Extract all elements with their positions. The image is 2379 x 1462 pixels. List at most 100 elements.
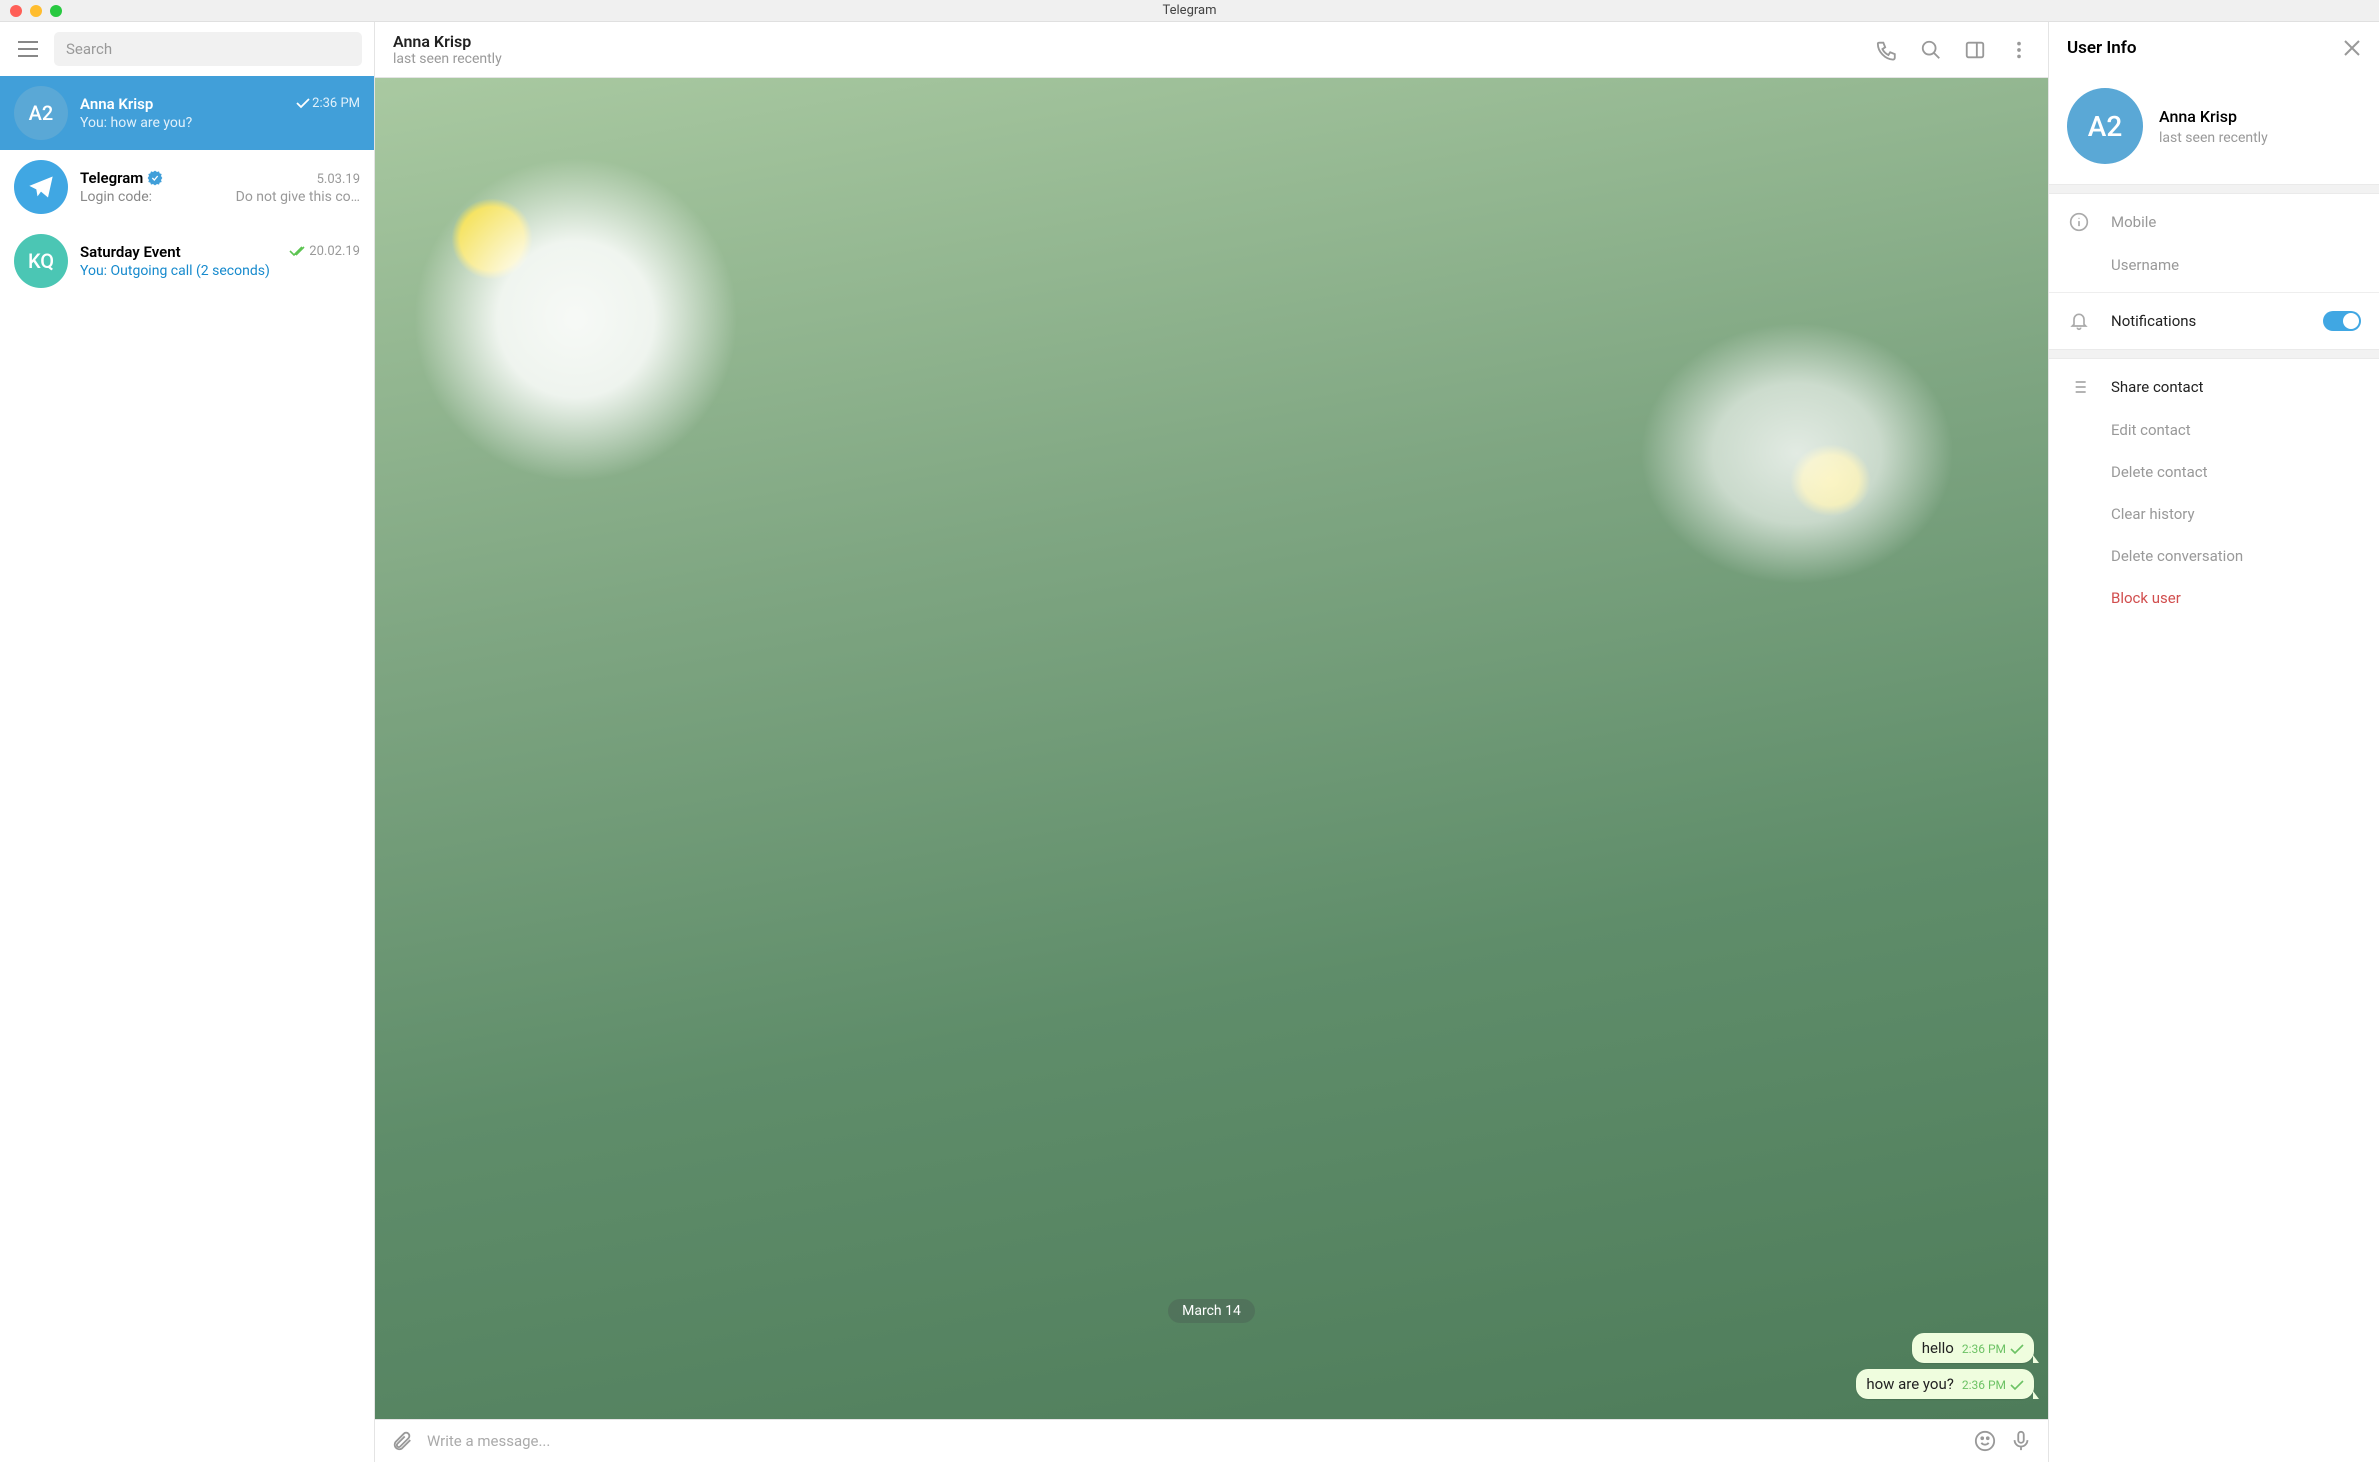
check-icon [2010, 1380, 2024, 1391]
delete-contact-button[interactable]: Delete contact [2049, 451, 2379, 493]
call-button[interactable] [1876, 39, 1898, 61]
chat-time-text: 2:36 PM [312, 96, 360, 111]
paperclip-icon [391, 1430, 413, 1452]
info-profile-name: Anna Krisp [2159, 107, 2268, 126]
hamburger-icon [18, 41, 38, 57]
clear-history-button[interactable]: Clear history [2049, 493, 2379, 535]
divider [2049, 184, 2379, 194]
message-time: 2:36 PM [1962, 1342, 2006, 1356]
phone-icon [1876, 39, 1898, 61]
message-meta: 2:36 PM [1962, 1378, 2024, 1392]
close-window-icon[interactable] [10, 5, 22, 17]
chat-list: A2 Anna Krisp 2:36 PM You: how are you? [0, 76, 374, 1462]
message-text: hello [1922, 1339, 1954, 1357]
more-button[interactable] [2008, 39, 2030, 61]
more-vertical-icon [2008, 39, 2030, 61]
close-icon [2343, 39, 2361, 57]
chat-list-item[interactable]: KQ Saturday Event 20.02.19 You: Outgoing… [0, 224, 374, 298]
notifications-toggle-row[interactable]: Notifications [2049, 299, 2379, 343]
info-profile-status: last seen recently [2159, 130, 2268, 146]
block-user-button[interactable]: Block user [2049, 577, 2379, 619]
message-bubble[interactable]: how are you? 2:36 PM [1856, 1369, 2034, 1399]
chat-header: Anna Krisp last seen recently [375, 22, 2048, 78]
smiley-icon [1974, 1430, 1996, 1452]
chat-list-item[interactable]: Telegram 5.03.19 Login code: Do not give… [0, 150, 374, 224]
chat-time: 20.02.19 [289, 244, 360, 259]
delete-conversation-button[interactable]: Delete conversation [2049, 535, 2379, 577]
chat-name: Anna Krisp [80, 95, 153, 113]
chat-time-text: 20.02.19 [309, 244, 360, 259]
user-info-panel: User Info A2 Anna Krisp last seen recent… [2049, 22, 2379, 1462]
date-separator: March 14 [1168, 1299, 1255, 1323]
menu-button[interactable] [12, 33, 44, 65]
avatar: A2 [14, 86, 68, 140]
info-field-label: Username [2111, 256, 2361, 274]
search-input[interactable] [66, 40, 350, 58]
chat-list-item[interactable]: A2 Anna Krisp 2:36 PM You: how are you? [0, 76, 374, 150]
action-label: Share contact [2111, 378, 2361, 396]
window-titlebar: Telegram [0, 0, 2379, 22]
close-info-button[interactable] [2343, 39, 2361, 57]
divider [2049, 349, 2379, 359]
info-field-label: Mobile [2111, 213, 2361, 231]
check-icon [2010, 1344, 2024, 1355]
chat-name-text: Telegram [80, 169, 143, 187]
info-field-mobile[interactable]: Mobile [2049, 200, 2379, 244]
double-check-icon [289, 246, 307, 257]
voice-button[interactable] [2010, 1430, 2032, 1452]
notifications-toggle[interactable] [2323, 311, 2361, 331]
chat-header-status: last seen recently [393, 51, 1876, 67]
window-title: Telegram [1163, 3, 1217, 18]
avatar [14, 160, 68, 214]
info-field-label: Notifications [2111, 312, 2303, 330]
info-field-username[interactable]: Username [2049, 244, 2379, 286]
window-controls [10, 5, 62, 17]
attach-button[interactable] [391, 1430, 413, 1452]
message-text: how are you? [1866, 1375, 1954, 1393]
info-profile: A2 Anna Krisp last seen recently [2049, 74, 2379, 184]
search-in-chat-button[interactable] [1920, 39, 1942, 61]
search-field-wrapper[interactable] [54, 32, 362, 66]
chat-header-info[interactable]: Anna Krisp last seen recently [393, 32, 1876, 67]
verified-badge-icon [147, 170, 163, 186]
action-label: Clear history [2111, 505, 2361, 523]
edit-contact-button[interactable]: Edit contact [2049, 409, 2379, 451]
sidebar-toggle-button[interactable] [1964, 39, 1986, 61]
bell-icon [2067, 311, 2091, 331]
share-contact-button[interactable]: Share contact [2049, 365, 2379, 409]
action-label: Delete contact [2111, 463, 2361, 481]
avatar: A2 [2067, 88, 2143, 164]
panel-icon [1964, 39, 1986, 61]
info-panel-title: User Info [2067, 38, 2136, 58]
avatar: KQ [14, 234, 68, 288]
action-label: Block user [2111, 589, 2361, 607]
chat-subpreview: Do not give this co… [236, 189, 360, 205]
message-row: how are you? 2:36 PM [389, 1369, 2034, 1399]
chat-preview: You: how are you? [80, 115, 360, 131]
chat-time: 2:36 PM [296, 96, 360, 111]
sidebar: A2 Anna Krisp 2:36 PM You: how are you? [0, 22, 375, 1462]
telegram-plane-icon [27, 173, 55, 201]
chat-preview: You: Outgoing call (2 seconds) [80, 263, 360, 279]
list-icon [2067, 377, 2091, 397]
minimize-window-icon[interactable] [30, 5, 42, 17]
message-time: 2:36 PM [1962, 1378, 2006, 1392]
message-bubble[interactable]: hello 2:36 PM [1912, 1333, 2034, 1363]
action-label: Delete conversation [2111, 547, 2361, 565]
message-meta: 2:36 PM [1962, 1342, 2024, 1356]
maximize-window-icon[interactable] [50, 5, 62, 17]
check-icon [296, 98, 310, 109]
chat-name: Telegram [80, 169, 163, 187]
message-input[interactable] [427, 1432, 1960, 1450]
search-icon [1920, 39, 1942, 61]
chat-time: 5.03.19 [317, 172, 360, 187]
chat-header-name: Anna Krisp [393, 32, 1876, 51]
chat-background: March 14 hello 2:36 PM how are you? 2:36… [375, 78, 2048, 1419]
action-label: Edit contact [2111, 421, 2361, 439]
microphone-icon [2010, 1430, 2032, 1452]
emoji-button[interactable] [1974, 1430, 1996, 1452]
chat-preview: Login code: [80, 189, 228, 205]
chat-name: Saturday Event [80, 243, 181, 261]
message-composer [375, 1419, 2048, 1462]
message-row: hello 2:36 PM [389, 1333, 2034, 1363]
